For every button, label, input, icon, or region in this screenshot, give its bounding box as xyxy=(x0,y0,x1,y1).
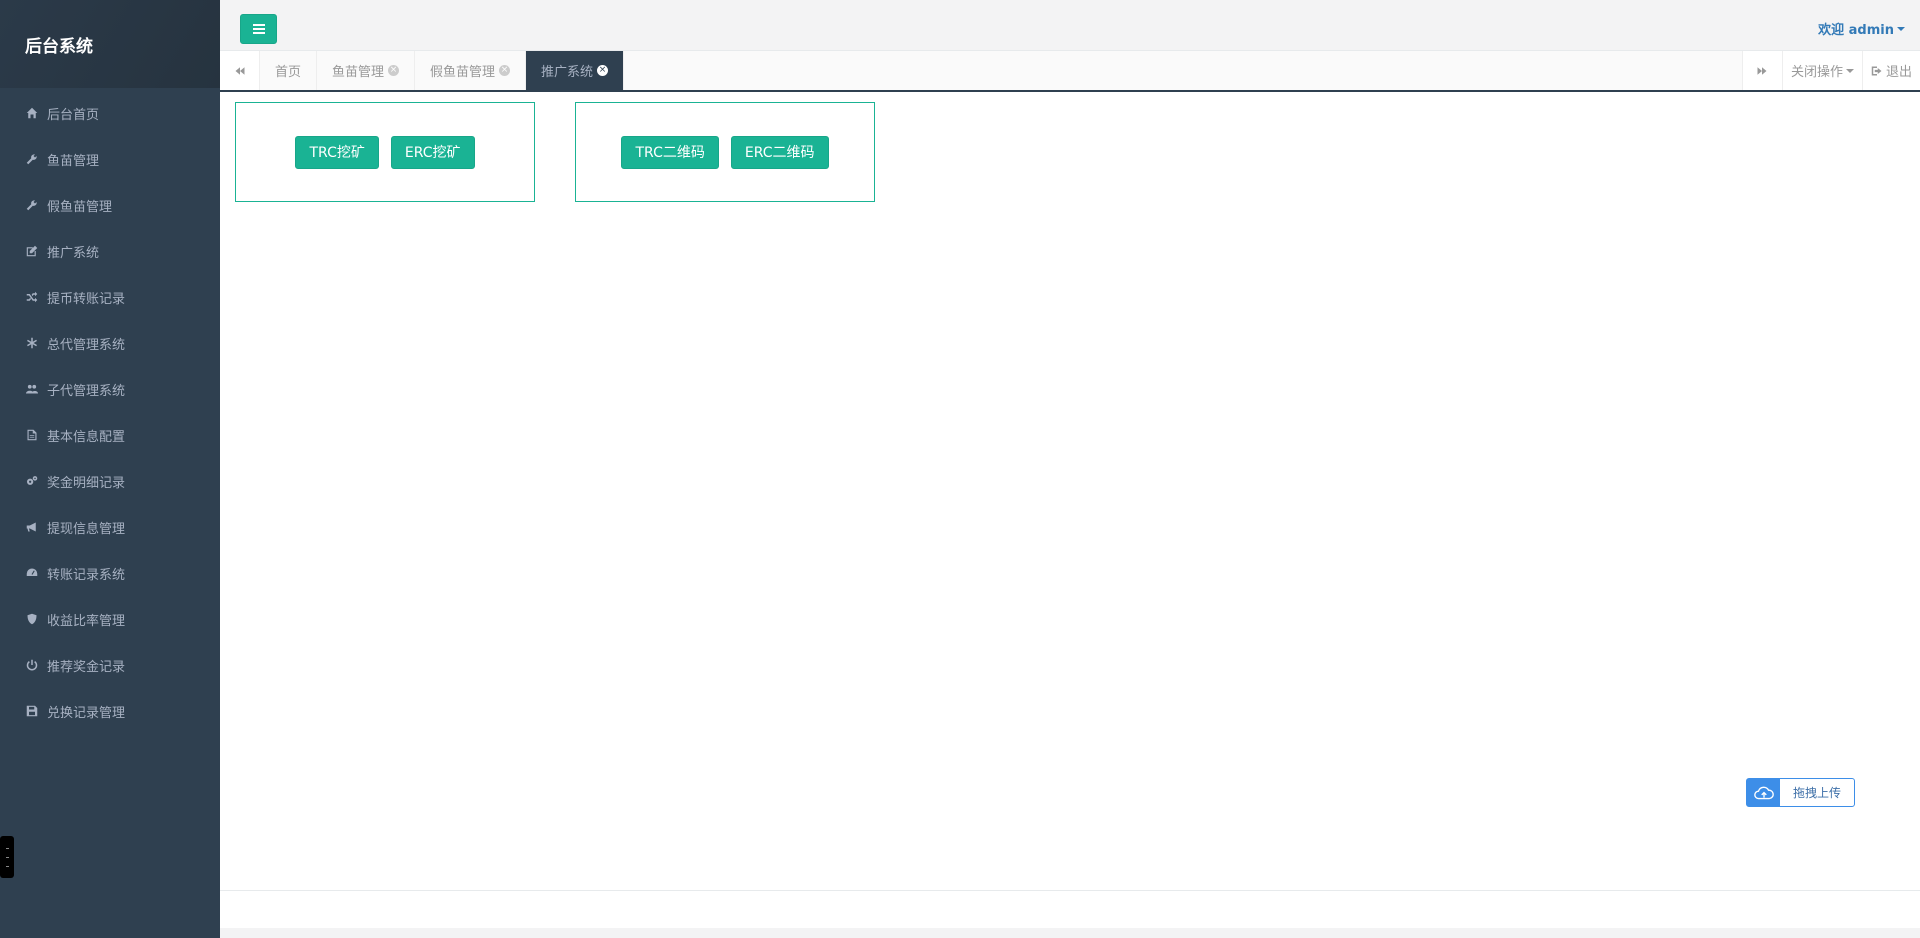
hamburger-icon xyxy=(252,28,265,30)
close-icon[interactable]: × xyxy=(388,65,400,76)
welcome-text: 欢迎 admin xyxy=(1818,23,1894,38)
save-icon xyxy=(25,704,39,718)
brand-title: 后台系统 xyxy=(25,36,93,57)
sidebar-item-label: 转账记录系统 xyxy=(47,567,126,583)
sidebar-item-label: 总代管理系统 xyxy=(47,337,126,353)
tab-fake-fish[interactable]: 假鱼苗管理 × xyxy=(415,51,527,90)
footer-strip xyxy=(220,928,1920,938)
sidebar-item-withdraw-transfer[interactable]: 提币转账记录 xyxy=(0,274,220,320)
edit-icon xyxy=(25,244,39,258)
mini-toggle-handle[interactable] xyxy=(0,836,14,878)
sidebar-item-profit-rate[interactable]: 收益比率管理 xyxy=(0,596,220,642)
top-navbar: 欢迎 admin xyxy=(220,0,1920,51)
close-icon[interactable]: × xyxy=(597,65,609,76)
sidebar-item-label: 后台首页 xyxy=(47,107,100,123)
tabs-actions: 关闭操作 退出 xyxy=(1741,51,1920,90)
sidebar-item-withdraw-info[interactable]: 提现信息管理 xyxy=(0,504,220,550)
home-icon xyxy=(25,106,39,120)
wrench-icon xyxy=(25,152,39,166)
drag-upload-widget[interactable]: 拖拽上传 xyxy=(1746,778,1855,807)
caret-down-icon xyxy=(1845,68,1854,73)
sidebar-item-bonus-detail[interactable]: 奖金明细记录 xyxy=(0,458,220,504)
close-operations-label: 关闭操作 xyxy=(1790,65,1843,80)
tab-fish[interactable]: 鱼苗管理 × xyxy=(317,51,416,90)
tab-label: 鱼苗管理 xyxy=(332,65,385,80)
erc-mining-button[interactable]: ERC挖矿 xyxy=(390,135,475,169)
sidebar-item-home[interactable]: 后台首页 xyxy=(0,90,220,136)
footer xyxy=(220,890,1920,938)
sidebar-item-referral-bonus[interactable]: 推荐奖金记录 xyxy=(0,642,220,688)
logout-label: 退出 xyxy=(1885,65,1912,80)
tabs-bar: 首页 鱼苗管理 × 假鱼苗管理 × 推广系统 × 关闭操作 退出 xyxy=(220,51,1920,92)
tab-label: 假鱼苗管理 xyxy=(430,65,496,80)
file-icon xyxy=(25,428,39,442)
sidebar-item-label: 提币转账记录 xyxy=(47,291,126,307)
gears-icon xyxy=(25,474,39,488)
erc-qrcode-button[interactable]: ERC二维码 xyxy=(730,135,829,169)
sidebar-item-label: 基本信息配置 xyxy=(47,429,126,445)
sidebar-item-label: 子代管理系统 xyxy=(47,383,126,399)
sidebar-item-basic-config[interactable]: 基本信息配置 xyxy=(0,412,220,458)
sidebar-item-label: 鱼苗管理 xyxy=(47,153,100,169)
wrench-icon xyxy=(25,198,39,212)
logout-button[interactable]: 退出 xyxy=(1861,51,1920,90)
mining-button-group: TRC挖矿 ERC挖矿 xyxy=(235,102,535,202)
sidebar-item-label: 收益比率管理 xyxy=(47,613,126,629)
cloud-upload-icon xyxy=(1747,779,1780,806)
trc-qrcode-button[interactable]: TRC二维码 xyxy=(621,135,719,169)
tab-label: 推广系统 xyxy=(541,65,594,80)
sidebar-item-fish[interactable]: 鱼苗管理 xyxy=(0,136,220,182)
sidebar-item-label: 提现信息管理 xyxy=(47,521,126,537)
sidebar-nav: 后台首页 鱼苗管理 假鱼苗管理 推广系统 提币转账记录 总代管理系统 子代管理系… xyxy=(0,88,220,734)
sidebar-header: 后台系统 xyxy=(0,0,220,88)
upload-label: 拖拽上传 xyxy=(1792,786,1841,800)
menu-toggle-button[interactable] xyxy=(240,14,277,44)
tab-label: 首页 xyxy=(275,65,302,80)
tab-promotion[interactable]: 推广系统 × xyxy=(526,51,625,90)
trc-mining-button[interactable]: TRC挖矿 xyxy=(295,135,379,169)
tabs-scroll-left-button[interactable] xyxy=(220,51,260,90)
sidebar-item-label: 兑换记录管理 xyxy=(47,705,126,721)
sidebar-item-label: 假鱼苗管理 xyxy=(47,199,113,215)
dashboard-icon xyxy=(25,566,39,580)
power-icon xyxy=(25,658,39,672)
page-tabs: 首页 鱼苗管理 × 假鱼苗管理 × 推广系统 × xyxy=(260,51,625,90)
sidebar-item-label: 推广系统 xyxy=(47,245,100,261)
asterisk-icon xyxy=(25,336,39,350)
tab-home[interactable]: 首页 xyxy=(260,51,318,90)
sidebar-item-label: 奖金明细记录 xyxy=(47,475,126,491)
close-icon[interactable]: × xyxy=(499,65,511,76)
qrcode-button-group: TRC二维码 ERC二维码 xyxy=(575,102,875,202)
caret-down-icon xyxy=(1897,26,1905,31)
sidebar: 后台系统 后台首页 鱼苗管理 假鱼苗管理 推广系统 提币转账记录 总代管理系统 xyxy=(0,0,220,938)
shuffle-icon xyxy=(25,290,39,304)
bullhorn-icon xyxy=(25,520,39,534)
close-operations-dropdown[interactable]: 关闭操作 xyxy=(1781,51,1862,90)
users-icon xyxy=(25,382,39,396)
sidebar-item-fake-fish[interactable]: 假鱼苗管理 xyxy=(0,182,220,228)
sidebar-item-sub-agent[interactable]: 子代管理系统 xyxy=(0,366,220,412)
sidebar-item-label: 推荐奖金记录 xyxy=(47,659,126,675)
sidebar-item-general-agent[interactable]: 总代管理系统 xyxy=(0,320,220,366)
sidebar-item-exchange-record[interactable]: 兑换记录管理 xyxy=(0,688,220,734)
forward-icon xyxy=(1757,66,1767,75)
shield-icon xyxy=(25,612,39,626)
main-content: TRC挖矿 ERC挖矿 TRC二维码 ERC二维码 拖拽上传 xyxy=(220,93,1920,890)
user-menu[interactable]: 欢迎 admin xyxy=(1818,19,1905,38)
tabs-scroll-right-button[interactable] xyxy=(1741,51,1782,90)
sidebar-item-promotion[interactable]: 推广系统 xyxy=(0,228,220,274)
sidebar-item-transfer-record[interactable]: 转账记录系统 xyxy=(0,550,220,596)
backward-icon xyxy=(235,66,244,75)
sign-out-icon xyxy=(1871,66,1882,75)
